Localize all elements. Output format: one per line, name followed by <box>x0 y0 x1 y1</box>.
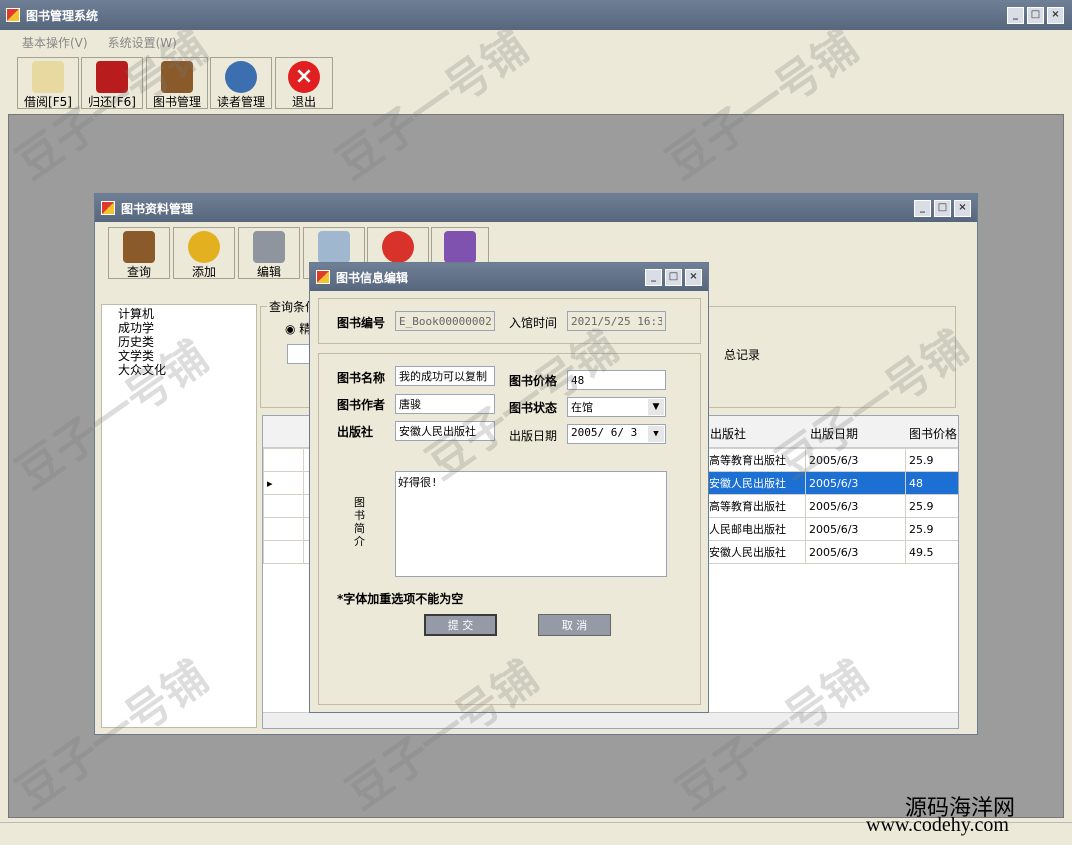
url-watermark: www.codehy.com <box>866 814 1009 836</box>
date-label: 出版日期 <box>509 429 558 443</box>
edit-max-button[interactable]: □ <box>665 268 682 286</box>
main-titlebar: 图书管理系统 _ □ × <box>0 0 1072 30</box>
time-label: 入馆时间 <box>509 316 558 330</box>
time-field <box>567 311 666 331</box>
tree-item[interactable]: 文学类 <box>118 349 256 363</box>
edit-dialog: 图书信息编辑 _ □ × 图书编号 入馆时间 图书名称 图书价格 图书作者 图书… <box>309 262 709 713</box>
exact-radio[interactable]: ◉ 精 <box>285 320 311 337</box>
manage-title: 图书资料管理 <box>121 201 194 216</box>
pub-field[interactable] <box>395 421 495 441</box>
edit-titlebar: 图书信息编辑 _ □ × <box>310 263 708 291</box>
author-label: 图书作者 <box>337 398 386 412</box>
bookshelf-icon <box>161 61 193 93</box>
menubar: 基本操作(V) 系统设置(W) <box>0 30 1072 54</box>
borrow-icon <box>32 61 64 93</box>
chevron-down-icon[interactable]: ▼ <box>648 399 664 415</box>
horizontal-scrollbar[interactable] <box>263 712 958 728</box>
menu-basic[interactable]: 基本操作(V) <box>22 34 88 51</box>
group-icon <box>444 231 476 263</box>
menu-settings[interactable]: 系统设置(W) <box>108 34 177 51</box>
intro-label: 图书简介 <box>354 496 365 548</box>
submit-button[interactable]: 提 交 <box>424 614 497 636</box>
manage-min-button[interactable]: _ <box>914 199 931 217</box>
person-add-icon <box>188 231 220 263</box>
recycle-icon <box>382 231 414 263</box>
reader-manage-button[interactable]: 读者管理 <box>210 57 272 109</box>
query-input[interactable] <box>287 344 311 364</box>
edit-min-button[interactable]: _ <box>645 268 662 286</box>
intro-field[interactable]: 好得很! <box>395 471 667 577</box>
edit-button[interactable]: 编辑 <box>238 227 300 279</box>
manage-close-button[interactable]: × <box>954 199 971 217</box>
manage-titlebar: 图书资料管理 _ □ × <box>95 194 977 222</box>
book-manage-button[interactable]: 图书管理 <box>146 57 208 109</box>
id-field <box>395 311 495 331</box>
col-header-pub[interactable]: 出版社 <box>710 425 746 442</box>
app-icon <box>6 8 20 22</box>
total-label: 总记录 <box>724 348 761 362</box>
edit-title: 图书信息编辑 <box>336 270 409 285</box>
exit-button[interactable]: × 退出 <box>275 57 333 109</box>
id-label: 图书编号 <box>337 316 386 330</box>
trash-icon <box>318 231 350 263</box>
search-book-icon <box>123 231 155 263</box>
close-circle-icon: × <box>288 61 320 93</box>
cancel-button[interactable]: 取 消 <box>538 614 611 636</box>
edit-close-button[interactable]: × <box>685 268 702 286</box>
status-label: 图书状态 <box>509 401 558 415</box>
manage-max-button[interactable]: □ <box>934 199 951 217</box>
name-label: 图书名称 <box>337 371 386 385</box>
tree-item[interactable]: 计算机 <box>118 307 256 321</box>
name-field[interactable] <box>395 366 495 386</box>
dialog-icon <box>316 270 330 284</box>
tree-item[interactable]: 成功学 <box>118 321 256 335</box>
price-field[interactable] <box>567 370 666 390</box>
book-red-icon <box>96 61 128 93</box>
main-title: 图书管理系统 <box>26 8 99 23</box>
add-button[interactable]: 添加 <box>173 227 235 279</box>
tools-icon <box>253 231 285 263</box>
pub-label: 出版社 <box>337 425 374 439</box>
query-button[interactable]: 查询 <box>108 227 170 279</box>
users-icon <box>225 61 257 93</box>
window-icon <box>101 201 115 215</box>
author-field[interactable] <box>395 394 495 414</box>
date-picker[interactable]: 2005/ 6/ 3 ▼ <box>567 424 666 444</box>
close-button[interactable]: × <box>1047 6 1064 24</box>
col-header-price[interactable]: 图书价格 <box>909 425 957 442</box>
category-tree: 计算机 成功学 历史类 文学类 大众文化 <box>101 304 257 728</box>
required-note: *字体加重选项不能为空 <box>337 592 464 606</box>
minimize-button[interactable]: _ <box>1007 6 1024 24</box>
tree-item[interactable]: 历史类 <box>118 335 256 349</box>
tree-item[interactable]: 大众文化 <box>118 363 256 377</box>
status-select[interactable]: 在馆 ▼ <box>567 397 666 417</box>
price-label: 图书价格 <box>509 374 558 388</box>
return-button[interactable]: 归还[F6] <box>81 57 143 109</box>
maximize-button[interactable]: □ <box>1027 6 1044 24</box>
borrow-button[interactable]: 借阅[F5] <box>17 57 79 109</box>
chevron-down-icon[interactable]: ▼ <box>648 426 664 442</box>
col-header-date[interactable]: 出版日期 <box>810 425 858 442</box>
